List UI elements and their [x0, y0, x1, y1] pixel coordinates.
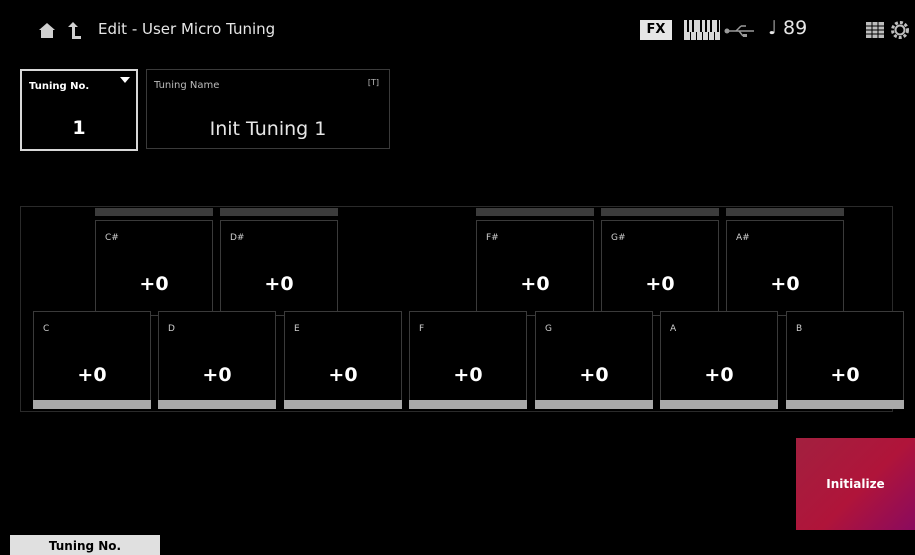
key-label: G#	[611, 233, 626, 243]
tuning-no-value: 1	[72, 117, 86, 139]
text-input-icon: [T]	[367, 78, 379, 87]
settings-icon[interactable]	[891, 21, 909, 39]
key-label: F#	[486, 233, 499, 243]
black-key-indicator	[476, 208, 594, 216]
key-g[interactable]: G +0	[535, 311, 653, 407]
page-title: Edit - User Micro Tuning	[98, 20, 276, 38]
white-key-indicator	[409, 400, 527, 409]
key-f-sharp[interactable]: F# +0	[476, 220, 594, 316]
key-offset-value: +0	[328, 364, 358, 386]
home-icon[interactable]	[38, 22, 56, 39]
key-a-sharp[interactable]: A# +0	[726, 220, 844, 316]
key-offset-value: +0	[830, 364, 860, 386]
tuning-no-label: Tuning No.	[29, 81, 90, 92]
white-key-indicator	[33, 400, 151, 409]
key-offset-value: +0	[579, 364, 609, 386]
key-label: C#	[105, 233, 119, 243]
key-e[interactable]: E +0	[284, 311, 402, 407]
key-offset-value: +0	[202, 364, 232, 386]
black-key-indicator	[726, 208, 844, 216]
dropdown-caret-icon	[120, 77, 130, 83]
key-label: B	[796, 324, 803, 334]
key-c[interactable]: C +0	[33, 311, 151, 407]
key-label: F	[419, 324, 425, 334]
key-label: G	[545, 324, 552, 334]
key-f[interactable]: F +0	[409, 311, 527, 407]
header-bar: Edit - User Micro Tuning FX ♩ 89	[0, 0, 915, 62]
key-b[interactable]: B +0	[786, 311, 904, 407]
black-key-indicator	[95, 208, 213, 216]
fx-badge[interactable]: FX	[640, 20, 672, 40]
up-arrow-icon[interactable]	[66, 21, 82, 40]
white-key-indicator	[535, 400, 653, 409]
tuning-name-field[interactable]: Tuning Name [T] Init Tuning 1	[146, 69, 390, 149]
tab-tuning-no[interactable]: Tuning No.	[10, 535, 160, 555]
keyboard-icon[interactable]	[684, 20, 720, 40]
black-key-indicator	[220, 208, 338, 216]
key-offset-value: +0	[453, 364, 483, 386]
key-g-sharp[interactable]: G# +0	[601, 220, 719, 316]
key-offset-value: +0	[139, 273, 169, 295]
black-key-indicator	[601, 208, 719, 216]
tuning-no-selector[interactable]: Tuning No. 1	[20, 69, 138, 151]
key-label: A	[670, 324, 677, 334]
key-offset-value: +0	[645, 273, 675, 295]
key-d[interactable]: D +0	[158, 311, 276, 407]
white-key-indicator	[660, 400, 778, 409]
key-label: D	[168, 324, 175, 334]
grid-icon[interactable]	[866, 22, 884, 38]
white-key-indicator	[786, 400, 904, 409]
tuning-name-label: Tuning Name	[154, 80, 220, 91]
key-label: A#	[736, 233, 750, 243]
key-offset-value: +0	[520, 273, 550, 295]
key-label: E	[294, 324, 300, 334]
key-a[interactable]: A +0	[660, 311, 778, 407]
key-offset-value: +0	[264, 273, 294, 295]
tuning-name-value: Init Tuning 1	[209, 118, 327, 140]
key-c-sharp[interactable]: C# +0	[95, 220, 213, 316]
key-offset-value: +0	[770, 273, 800, 295]
tempo-display[interactable]: ♩ 89	[768, 17, 807, 39]
initialize-button[interactable]: Initialize	[796, 438, 915, 530]
white-key-indicator	[284, 400, 402, 409]
usb-icon	[724, 25, 754, 37]
key-label: D#	[230, 233, 245, 243]
key-d-sharp[interactable]: D# +0	[220, 220, 338, 316]
key-label: C	[43, 324, 50, 334]
key-offset-value: +0	[77, 364, 107, 386]
white-key-indicator	[158, 400, 276, 409]
key-offset-value: +0	[704, 364, 734, 386]
